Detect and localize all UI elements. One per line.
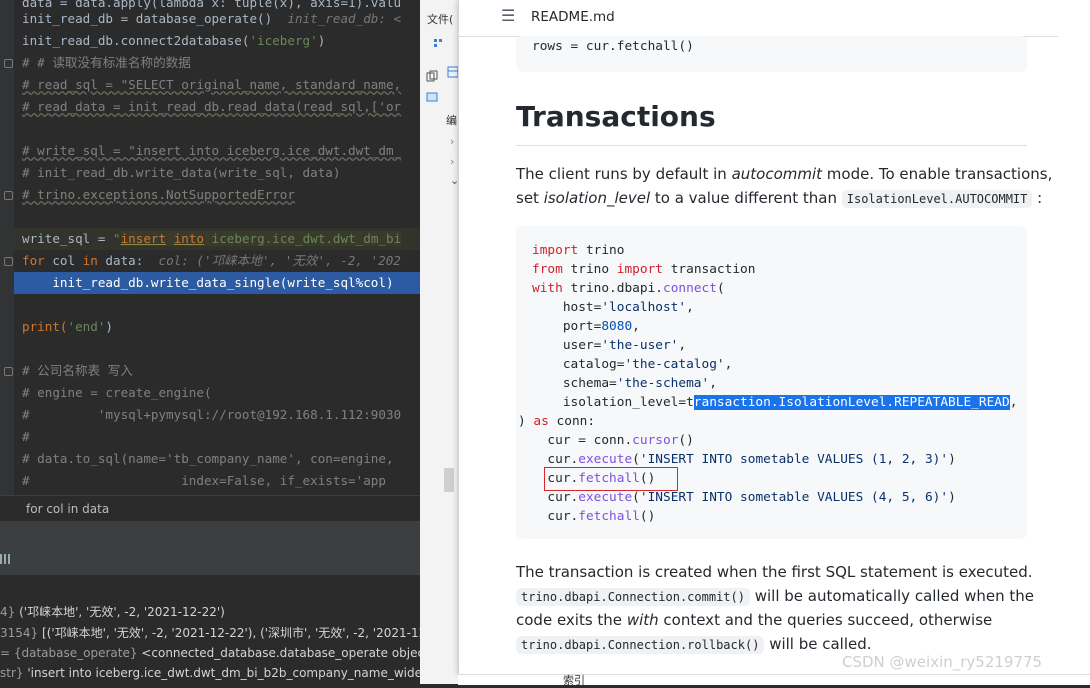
scrollbar-thumb[interactable] — [444, 468, 454, 492]
code-line: # write_sql = "insert into iceberg.ice_d… — [22, 143, 402, 158]
debug-toolbar — [0, 521, 420, 576]
code-line: isolation_level=transaction.IsolationLev… — [532, 395, 1018, 410]
breadcrumb[interactable]: for col in data — [0, 495, 420, 521]
code-line: print('end') — [22, 319, 114, 334]
code-line: # # 读取没有标准名称的数据 — [22, 55, 191, 70]
variable-row[interactable]: 3154} [('邛崃本地', '无效', -2, '2021-12-22'),… — [0, 623, 420, 643]
code-line: from trino import transaction — [532, 262, 756, 277]
chevron-right-icon[interactable]: › — [450, 155, 454, 168]
heading-divider — [516, 145, 1027, 146]
code-line: import trino — [532, 243, 625, 258]
code-line: # engine = create_engine( — [22, 385, 212, 400]
watermark: CSDN @weixin_ry5219775 — [842, 653, 1043, 671]
highlight-annotation-box — [544, 467, 678, 491]
code-line: user='the-user', — [532, 338, 687, 353]
debug-panel: 4} ('邛崃本地', '无效', -2, '2021-12-22') 3154… — [0, 521, 420, 684]
fold-marker-icon[interactable] — [4, 191, 13, 200]
inline-code: IsolationLevel.AUTOCOMMIT — [841, 190, 1033, 208]
code-line: cur = conn.cursor() — [532, 433, 694, 448]
plugin-icon[interactable] — [432, 37, 444, 49]
readme-filename: README.md — [531, 9, 615, 25]
window-icon[interactable] — [426, 91, 438, 103]
code-line: # index=False, if_exists='app — [22, 473, 386, 488]
code-line: catalog='the-catalog', — [532, 357, 733, 372]
readme-header: ☰ README.md — [459, 0, 1059, 37]
menu-edit[interactable]: 编 — [446, 112, 457, 128]
tree-item-label[interactable]: 索引 — [563, 672, 585, 688]
fold-marker-icon[interactable] — [4, 257, 13, 266]
copy-icon[interactable] — [426, 70, 438, 82]
chevron-right-icon[interactable]: › — [450, 135, 454, 148]
fold-marker-icon[interactable] — [4, 59, 13, 68]
code-line: with trino.dbapi.connect( — [532, 281, 725, 296]
file-explorer-strip: 文件( 编 › › ⌄ — [420, 0, 459, 684]
readme-panel: ☰ README.md rows = cur.fetchall() Transa… — [458, 0, 1060, 674]
menu-file[interactable]: 文件( — [427, 11, 453, 27]
code-block: import trino from trino import transacti… — [516, 226, 1027, 539]
inline-code: trino.dbapi.Connection.commit() — [516, 588, 750, 606]
fold-marker-icon[interactable] — [4, 367, 13, 376]
paragraph: trino.dbapi.Connection.commit() will be … — [516, 584, 1036, 609]
variable-row[interactable]: 4} ('邛崃本地', '无效', -2, '2021-12-22') — [0, 602, 225, 622]
code-line: write_sql = "insert into iceberg.ice_dwt… — [14, 228, 420, 250]
code-line: # 公司名称表 写入 — [22, 363, 133, 378]
variable-row[interactable]: = {database_operate} <connected_database… — [0, 643, 420, 663]
list-icon[interactable]: ☰ — [501, 6, 515, 25]
code-line: # read_data = init_read_db.read_data(rea… — [22, 99, 402, 114]
code-editor[interactable]: data = data.apply(lambda x: tuple(x), ax… — [0, 0, 420, 495]
ide-editor: data = data.apply(lambda x: tuple(x), ax… — [0, 0, 420, 684]
paragraph: set isolation_level to a value different… — [516, 189, 1043, 208]
code-line: # read_sql = "SELECT original_name, stan… — [22, 77, 402, 92]
underlying-window — [458, 674, 1090, 685]
code-line: host='localhost', — [532, 300, 694, 315]
paragraph: code exits the with context and the quer… — [516, 611, 993, 629]
code-line: init_read_db = database_operate() init_r… — [22, 11, 402, 26]
paragraph: The transaction is created when the firs… — [516, 563, 1033, 581]
code-line: # data.to_sql(name='tb_company_name', co… — [22, 451, 394, 466]
section-heading: Transactions — [516, 100, 716, 133]
text-selection[interactable]: ransaction.IsolationLevel.REPEATABLE_REA… — [693, 395, 1010, 410]
code-line: port=8080, — [532, 319, 640, 334]
code-block: rows = cur.fetchall() — [516, 36, 1027, 72]
inline-hint: init_read_db: < — [287, 11, 402, 26]
code-line: # 'mysql+pymysql://root@192.168.1.112:90… — [22, 407, 402, 422]
code-line: rows = cur.fetchall() — [532, 39, 694, 54]
code-line: # — [22, 429, 30, 444]
code-line: for col in data: col: ('邛崃本地', '无效', -2,… — [22, 253, 401, 268]
paragraph: The client runs by default in autocommit… — [516, 165, 1053, 183]
code-line: # init_read_db.write_data(write_sql, dat… — [22, 165, 341, 180]
variables-panel: 4} ('邛崃本地', '无效', -2, '2021-12-22') 3154… — [0, 575, 420, 684]
table-grid-icon[interactable] — [0, 554, 10, 564]
inline-hint: col: ('邛崃本地', '无效', -2, '202 — [158, 253, 401, 268]
variable-row[interactable]: str} 'insert into iceberg.ice_dwt.dwt_dm… — [0, 663, 420, 683]
code-line: init_read_db.connect2database('iceberg') — [22, 33, 326, 48]
inline-code: trino.dbapi.Connection.rollback() — [516, 636, 765, 654]
code-line: schema='the-schema', — [532, 376, 717, 391]
right-background — [1058, 0, 1090, 684]
code-line: cur.fetchall() — [532, 509, 656, 524]
code-line: # trino.exceptions.NotSupportedError — [22, 187, 295, 202]
current-execution-line: init_read_db.write_data_single(write_sql… — [14, 272, 420, 294]
code-line: ) as conn: — [518, 414, 596, 429]
